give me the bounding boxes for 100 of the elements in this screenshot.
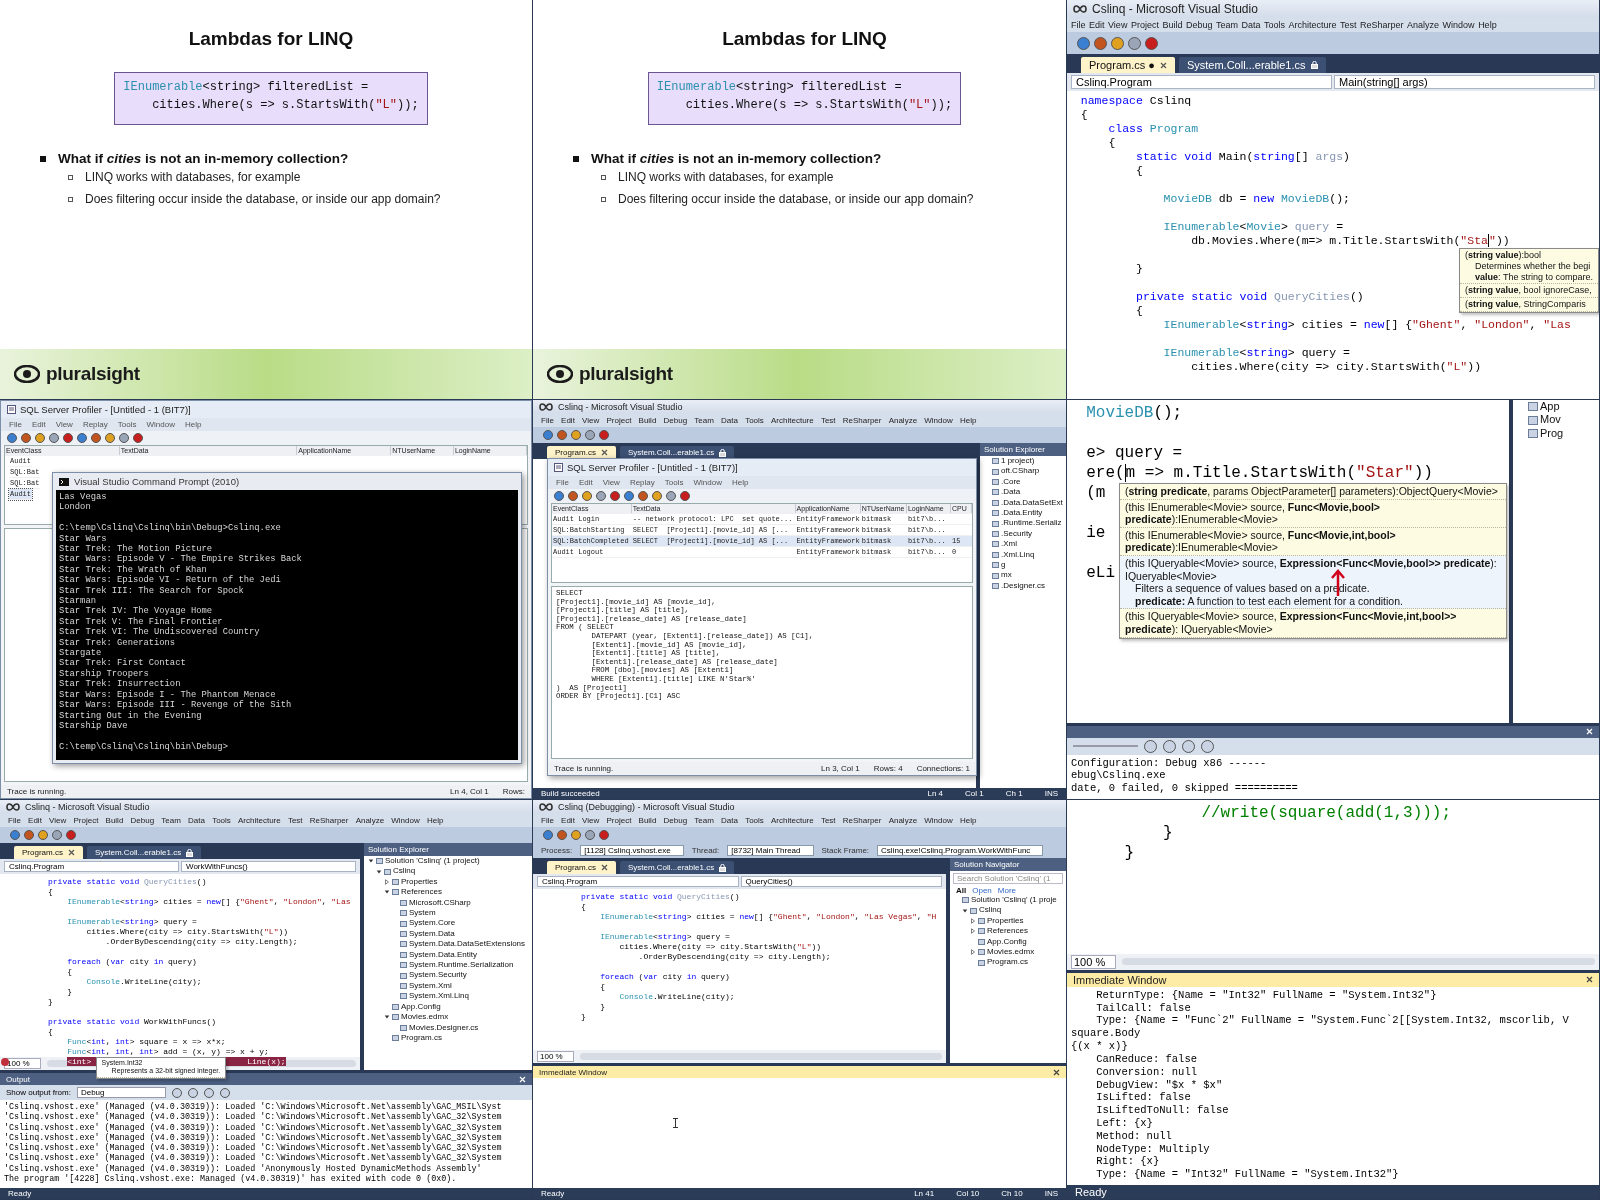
- signature-text: (string value, StringComparis: [1465, 299, 1587, 310]
- description-text: Determines whether the begi: [1474, 260, 1592, 272]
- output-line: ebug\Cslinq.exe: [1071, 769, 1167, 783]
- code-line: (m: [1086, 484, 1106, 502]
- code-line: {: [580, 902, 586, 911]
- code-line: cities.Where(city => city.StartsWith("L")): [85, 927, 289, 936]
- panel-title: Solution Explorer: [980, 443, 1066, 456]
- panel-title: Immediate Window: [1073, 973, 1167, 986]
- output-line: Method: null: [1095, 1129, 1173, 1143]
- code-line: .OrderByDescending(city => city.Length);: [104, 937, 298, 946]
- console-line: London: [59, 502, 92, 513]
- field-label: Stack Frame:: [821, 846, 870, 855]
- code-line: {: [47, 887, 53, 896]
- console-line: Star Wars: Episode I - The Phantom Menace: [59, 689, 277, 700]
- code-line: {: [1135, 304, 1143, 317]
- status-text: Rows:: [502, 787, 525, 796]
- status-text: Ln 3, Col 1: [821, 764, 860, 773]
- output-line: 'Cslinq.vshost.exe' (Managed (v4.0.30319)): Loaded 'C:\Windows\Microsoft.Net\assembly\GAC_32\System: [4, 1143, 503, 1153]
- output-line: Configuration: Debug x86 ------: [1071, 756, 1268, 770]
- bullet-text: LINQ works with databases, for example: [85, 170, 301, 184]
- output-line: square.Body: [1071, 1027, 1142, 1041]
- output-line: IsLifted: false: [1095, 1091, 1192, 1105]
- signature-text: (this IQueryable<Movie> source, Expression<Func<Movie,int,bool>> predicate): IQueryable<Movie>: [1125, 610, 1458, 636]
- status-text: Trace is running.: [7, 787, 68, 796]
- output-line: Left: {x}: [1095, 1116, 1154, 1130]
- code-line: cities.Where(s => s.StartsWith("L"));: [151, 97, 419, 114]
- signature-text: (string predicate, params ObjectParameter[] parameters):ObjectQuery<Movie>: [1125, 485, 1499, 498]
- console-line: Stargate: [59, 648, 102, 659]
- field-label: Thread:: [691, 846, 720, 855]
- console-line: Star Trek VI: The Undiscovered Country: [59, 627, 261, 638]
- panel-title: Output: [6, 1074, 30, 1084]
- status-text: Col 10: [956, 1189, 980, 1198]
- code-line: }: [1135, 262, 1143, 275]
- console-line: Starman: [59, 596, 96, 607]
- console-line: Starship Troopers: [59, 668, 150, 679]
- code-line: IEnumerable<string> filteredList =: [123, 79, 370, 96]
- code-line: eLi: [1086, 564, 1115, 582]
- output-line: 'Cslinq.vshost.exe' (Managed (v4.0.30319)): Loaded 'C:\Windows\Microsoft.Net\assembly\GAC_32\System: [4, 1112, 503, 1123]
- output-line: Right: {x}: [1095, 1155, 1161, 1169]
- signature-text: (this IQueryable<Movie> source, Expression<Func<Movie,bool>> predicate): IQueryable<Movie>: [1125, 556, 1498, 583]
- console-line: Starting Out in the Evening: [59, 710, 203, 721]
- code-line: Console.WriteLine(city);: [85, 977, 202, 986]
- status-text: Rows: 4: [873, 764, 903, 773]
- code-line: IEnumerable<string> cities = new[] {"Ghent", "London", "Las: [66, 897, 351, 906]
- output-line: DebugView: "$x * $x": [1095, 1078, 1224, 1092]
- status-text: Ready: [8, 1189, 33, 1198]
- code-line: cities.Where(city => city.StartsWith("L")): [618, 942, 822, 951]
- output-line: 'Cslinq.vshost.exe' (Managed (v4.0.30319)): Loaded 'C:\Windows\Microsoft.Net\assembly\GAC_MSIL\Syst: [4, 1102, 503, 1112]
- bullet-text: LINQ works with databases, for example: [618, 170, 834, 184]
- code-line: {: [66, 967, 72, 976]
- code-line: {: [47, 1027, 53, 1036]
- code-line: Console.WriteLine(city);: [618, 992, 735, 1001]
- status-text: Ch 10: [1001, 1189, 1023, 1198]
- status-text: Ln 4: [927, 789, 944, 798]
- output-line: NodeType: Multiply: [1095, 1142, 1211, 1156]
- code-line: foreach (var city in query): [66, 957, 197, 966]
- console-line: Starship Dave: [59, 720, 129, 732]
- code-line: IEnumerable<string> filteredList =: [656, 79, 903, 96]
- status-text: Col 1: [965, 789, 984, 798]
- code-line: {: [1107, 136, 1116, 149]
- code-line: IEnumerable<string> query =: [599, 932, 730, 941]
- console-line: Star Trek: The Wrath of Khan: [59, 564, 208, 575]
- code-line: ie: [1086, 524, 1106, 542]
- output-line: Conversion: null: [1095, 1065, 1199, 1079]
- window-title: SQL Server Profiler - [Untitled - 1 (BIT7)]: [567, 462, 738, 473]
- bullet-text: What if cities is not an in-memory collection?: [591, 151, 882, 166]
- code-line: IEnumerable<string> query =: [1162, 346, 1350, 359]
- output-line: ReturnType: {Name = "Int32" FullName = "System.Int32"}: [1095, 988, 1438, 1002]
- window-title: Cslinq - Microsoft Visual Studio: [558, 402, 683, 412]
- description-text: value: The string to compare.: [1474, 271, 1593, 283]
- console-line: Las Vegas: [59, 492, 108, 502]
- bullet-text: What if cities is not an in-memory collection?: [58, 151, 349, 166]
- logo-text: pluralsight: [46, 363, 140, 385]
- code-line: IEnumerable<Movie> query =: [1162, 220, 1344, 233]
- code-line: {: [1135, 164, 1143, 177]
- description-text: predicate: A function to test each element for a condition.: [1134, 594, 1404, 608]
- console-line: Star Trek III: The Search for Spock: [59, 585, 245, 597]
- logo-text: pluralsight: [579, 363, 673, 385]
- output-line: date, 0 failed, 0 skipped ==========: [1071, 782, 1299, 795]
- code-line: }: [1123, 844, 1135, 862]
- field-label: Show output from:: [6, 1088, 71, 1097]
- console-line: Star Wars: Episode VI - Return of the Jedi: [59, 575, 282, 586]
- code-line: foreach (var city in query): [599, 972, 730, 981]
- code-line: class Program: [1107, 122, 1199, 135]
- code-line: }: [580, 1012, 586, 1021]
- code-line: private static void QueryCities(): [1135, 290, 1364, 303]
- code-line: }: [599, 1002, 605, 1011]
- output-line: 'Cslinq.vshost.exe' (Managed (v4.0.30319)): Loaded 'C:\Windows\Microsoft.Net\assembly\GAC_32\System: [4, 1122, 503, 1133]
- code-line: Func<int, int, int> add = (x, y) => x + y;: [66, 1047, 269, 1056]
- status-text: INS: [1044, 1189, 1058, 1198]
- output-line: {(x * x)}: [1071, 1040, 1129, 1053]
- code-line: cities.Where(s => s.StartsWith("L"));: [684, 97, 953, 114]
- code-line: }: [47, 997, 53, 1006]
- code-line: }: [1162, 824, 1173, 842]
- status-text: Ln 41: [914, 1189, 935, 1198]
- code-line: static void Main(string[] args): [1135, 150, 1350, 163]
- output-line: TailCall: false: [1095, 1001, 1192, 1014]
- code-line: ere(m => m.Title.StartsWith("Star")): [1086, 464, 1433, 482]
- console-line: C:\temp\Cslinq\Cslinq\bin\Debug>: [59, 741, 229, 753]
- console-line: Star Trek: The Motion Picture: [59, 544, 214, 554]
